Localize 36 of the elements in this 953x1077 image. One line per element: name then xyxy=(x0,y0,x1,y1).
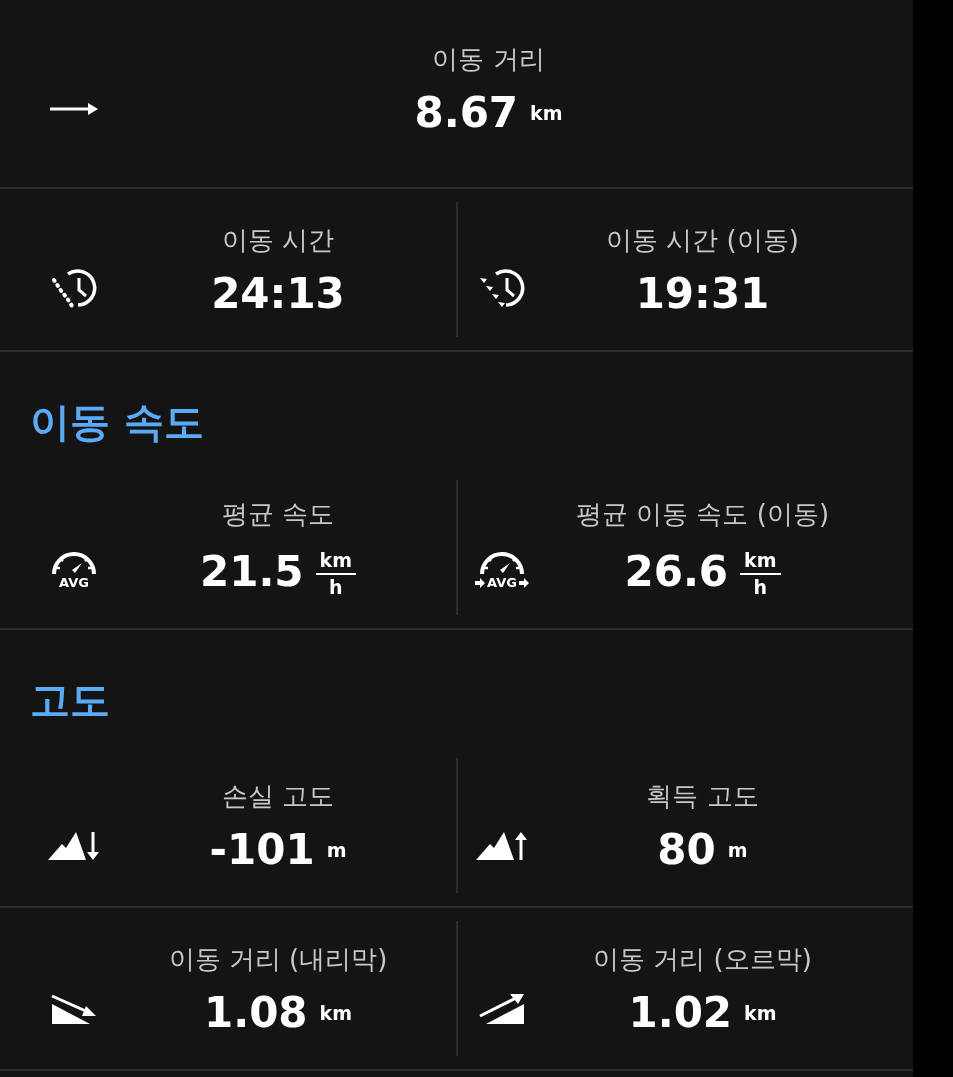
stat-label: 이동 거리 (오르막) xyxy=(593,943,812,976)
avg-label: AVG xyxy=(59,576,89,589)
stat-value: 19:31 xyxy=(635,272,770,315)
arrow-right-icon xyxy=(518,577,529,588)
unit-label: m xyxy=(326,837,347,863)
unit-label: m xyxy=(727,837,748,863)
stat-label: 이동 시간 (이동) xyxy=(606,224,799,257)
stat-label: 평균 속도 xyxy=(221,498,335,531)
unit-label: km xyxy=(744,1000,777,1026)
stat-value: -101 xyxy=(209,828,315,871)
section-heading: 이동 속도 xyxy=(30,398,204,447)
mountains-down-arrow-icon xyxy=(48,829,100,862)
stat-value: 1.08 xyxy=(203,991,308,1034)
stat-value: 8.67 xyxy=(414,91,519,134)
unit-label: km xyxy=(530,100,563,126)
stat-label: 손실 고도 xyxy=(221,780,335,813)
uphill-slope-icon xyxy=(478,991,526,1026)
stat-value: 80 xyxy=(657,828,716,871)
stat-label: 평균 이동 속도 (이동) xyxy=(575,498,830,531)
section-heading: 고도 xyxy=(30,676,110,725)
stat-label: 이동 시간 xyxy=(221,224,335,257)
unit-label: km xyxy=(740,550,781,575)
stat-value: 1.02 xyxy=(628,991,733,1034)
stat-value: 24:13 xyxy=(211,272,345,315)
unit-label: km xyxy=(319,1000,353,1026)
stat-label: 이동 거리 xyxy=(432,43,545,76)
stat-value: 21.5 xyxy=(199,550,304,593)
stat-label: 획득 고도 xyxy=(646,780,759,813)
unit-label: km xyxy=(315,550,357,575)
arrow-right-icon xyxy=(475,577,486,588)
unit-label: h xyxy=(329,574,343,597)
unit-label: h xyxy=(753,574,768,597)
stat-label: 이동 거리 (내리막) xyxy=(168,943,388,976)
avg-label: AVG xyxy=(487,576,517,589)
arrow-right-icon xyxy=(48,100,100,117)
stat-value: 26.6 xyxy=(624,550,729,593)
